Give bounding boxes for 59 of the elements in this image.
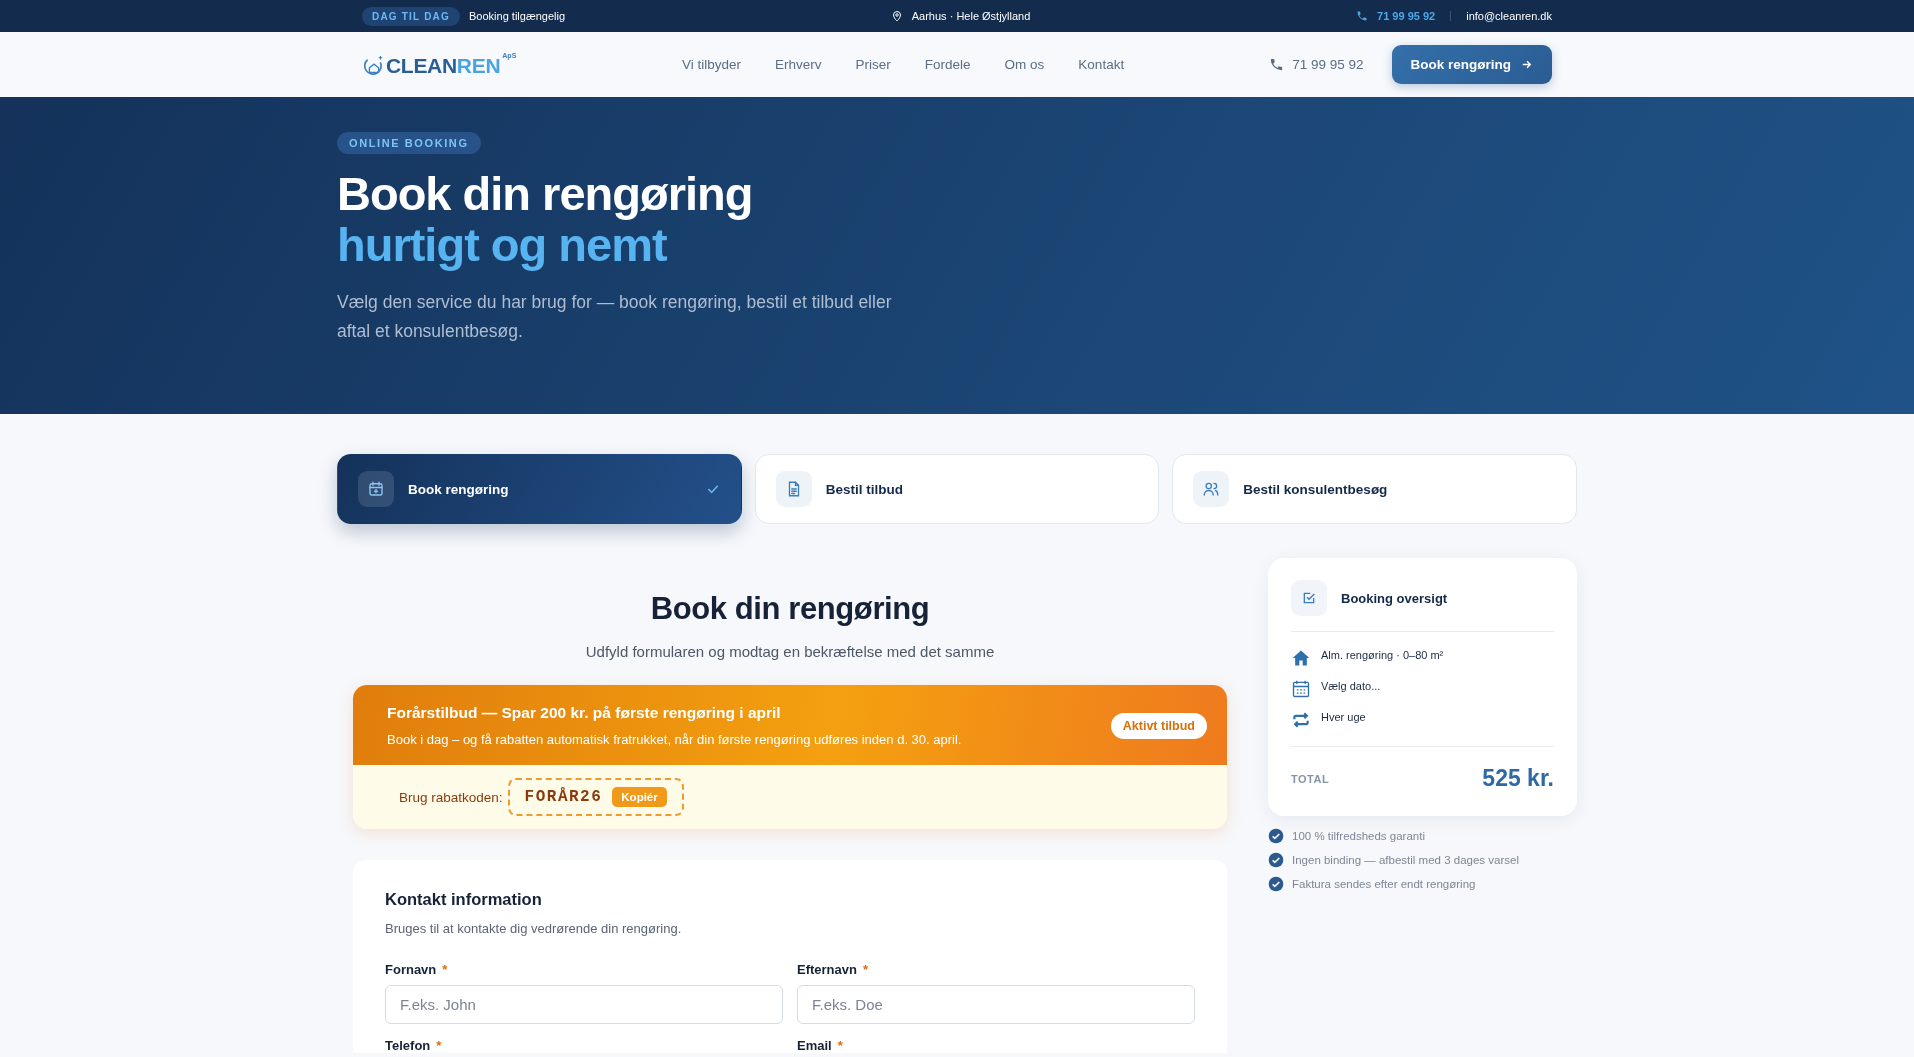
summary-item: Vælg dato... [1321, 680, 1381, 692]
section-badge: ONLINE BOOKING [337, 132, 481, 154]
summary-item: Alm. rengøring · 0–80 m² [1321, 649, 1444, 661]
booking-tab[interactable]: Bestil tilbud [754, 454, 1160, 524]
field-label: Efternavn * [797, 962, 870, 977]
email-link[interactable]: info@cleanren.dk [1466, 10, 1552, 22]
calendar-icon [1291, 679, 1311, 699]
nav-link[interactable]: Fordele [924, 57, 971, 72]
phone-link[interactable]: 71 99 95 92 [1377, 10, 1436, 22]
check-circle-icon [1268, 852, 1284, 868]
checkbox-icon [1291, 580, 1327, 616]
location-pin-icon [890, 10, 903, 22]
discount-code-label: Brug rabatkoden: [399, 789, 503, 805]
book-cleaning-button[interactable]: Book rengøring [1391, 45, 1552, 84]
promo-text: Book i dag – og få rabatten automatisk fratrukket, når din første rengøring udføres inden d. 30. april. [387, 732, 962, 747]
promo-title: Forårstilbud — Spar 200 kr. på første rengøring i april [387, 704, 782, 722]
form-title: Book din rengøring [649, 591, 931, 627]
guarantee-text: Ingen binding — afbestil med 3 dages varsel [1292, 854, 1519, 866]
nav-link[interactable]: Kontakt [1078, 57, 1125, 72]
calendar-icon [358, 471, 394, 507]
phone-icon [1269, 57, 1285, 72]
check-circle-icon [1268, 876, 1284, 892]
people-icon [1193, 471, 1230, 507]
nav-link[interactable]: Erhverv [775, 57, 822, 72]
offer-badge: Aktivt tilbud [1110, 712, 1207, 739]
phone-icon [1356, 10, 1369, 22]
booking-tab[interactable]: Bestil konsulentbesøg [1172, 454, 1577, 524]
section-title: Kontakt information [385, 890, 543, 909]
summary-item: Hver uge [1321, 711, 1366, 723]
document-icon [775, 471, 812, 507]
form-subtitle: Udfyld formularen og modtag en bekræftelse med det samme [584, 643, 996, 660]
repeat-icon [1291, 710, 1311, 730]
house-icon [1291, 648, 1311, 668]
location-text: Aarhus · Hele Østjylland [911, 10, 1031, 22]
status-badge: DAG TIL DAG [362, 6, 460, 26]
hero-subtitle: Vælg den service du har brug for — book rengøring, bestil et tilbud eller aftal et konsulentbesøg. [337, 291, 893, 343]
booking-tab[interactable]: Book rengøring [337, 454, 742, 524]
nav-link[interactable]: Om os [1004, 57, 1045, 72]
field-label: Fornavn * [385, 962, 449, 977]
field-label: Telefon * [385, 1038, 443, 1053]
hero-title: Book din rengøring [337, 168, 753, 219]
total-price: 525 kr. [1482, 765, 1554, 792]
field-label: Email * [797, 1038, 844, 1053]
guarantee-text: Faktura sendes efter endt rengøring [1292, 878, 1476, 890]
input-field[interactable]: F.eks. John [385, 985, 783, 1024]
total-label: TOTAL [1291, 772, 1330, 785]
availability-text: Booking tilgængelig [469, 10, 566, 22]
hero-title-highlight: hurtigt og nemt [337, 219, 667, 270]
arrow-right-icon [1520, 58, 1533, 71]
input-field[interactable]: F.eks. Doe [797, 985, 1195, 1024]
nav-link[interactable]: Vi tilbyder [682, 57, 742, 72]
check-circle-icon [1268, 828, 1284, 844]
logo-wordmark[interactable]: CLEANREN [386, 53, 501, 78]
phone-link[interactable]: 71 99 95 92 [1292, 57, 1364, 72]
section-subtitle: Bruges til at kontakte dig vedrørende din rengøring. [385, 921, 683, 936]
nav-link[interactable]: Priser [855, 57, 891, 72]
discount-code: FORÅR26 [524, 788, 603, 806]
guarantee-text: 100 % tilfredsheds garanti [1292, 830, 1425, 842]
summary-title: Booking oversigt [1341, 590, 1448, 606]
